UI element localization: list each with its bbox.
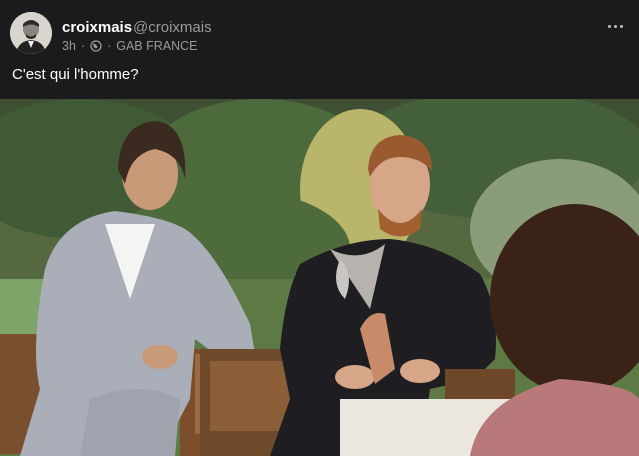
meta-separator-2: · — [107, 39, 112, 53]
post-timestamp[interactable]: 3h — [62, 39, 76, 53]
avatar[interactable] — [10, 12, 52, 54]
ellipsis-dot-icon — [613, 24, 617, 28]
post-image[interactable] — [0, 99, 639, 456]
group-name[interactable]: GAB FRANCE — [116, 39, 197, 53]
user-handle[interactable]: @croixmais — [133, 19, 212, 36]
ellipsis-dot-icon — [619, 24, 623, 28]
more-options-button[interactable] — [603, 16, 627, 36]
post-text: C'est qui l'homme? — [12, 66, 139, 83]
display-name[interactable]: croixmais — [62, 19, 132, 36]
globe-icon — [90, 40, 102, 52]
interview-photo — [0, 99, 639, 456]
post-meta: 3h · · GAB FRANCE — [62, 39, 198, 53]
avatar-portrait-icon — [10, 12, 52, 54]
meta-separator: · — [80, 39, 86, 53]
ellipsis-dot-icon — [607, 24, 611, 28]
post-header: croixmais @croixmais 3h · · GAB FRANCE — [0, 0, 639, 60]
